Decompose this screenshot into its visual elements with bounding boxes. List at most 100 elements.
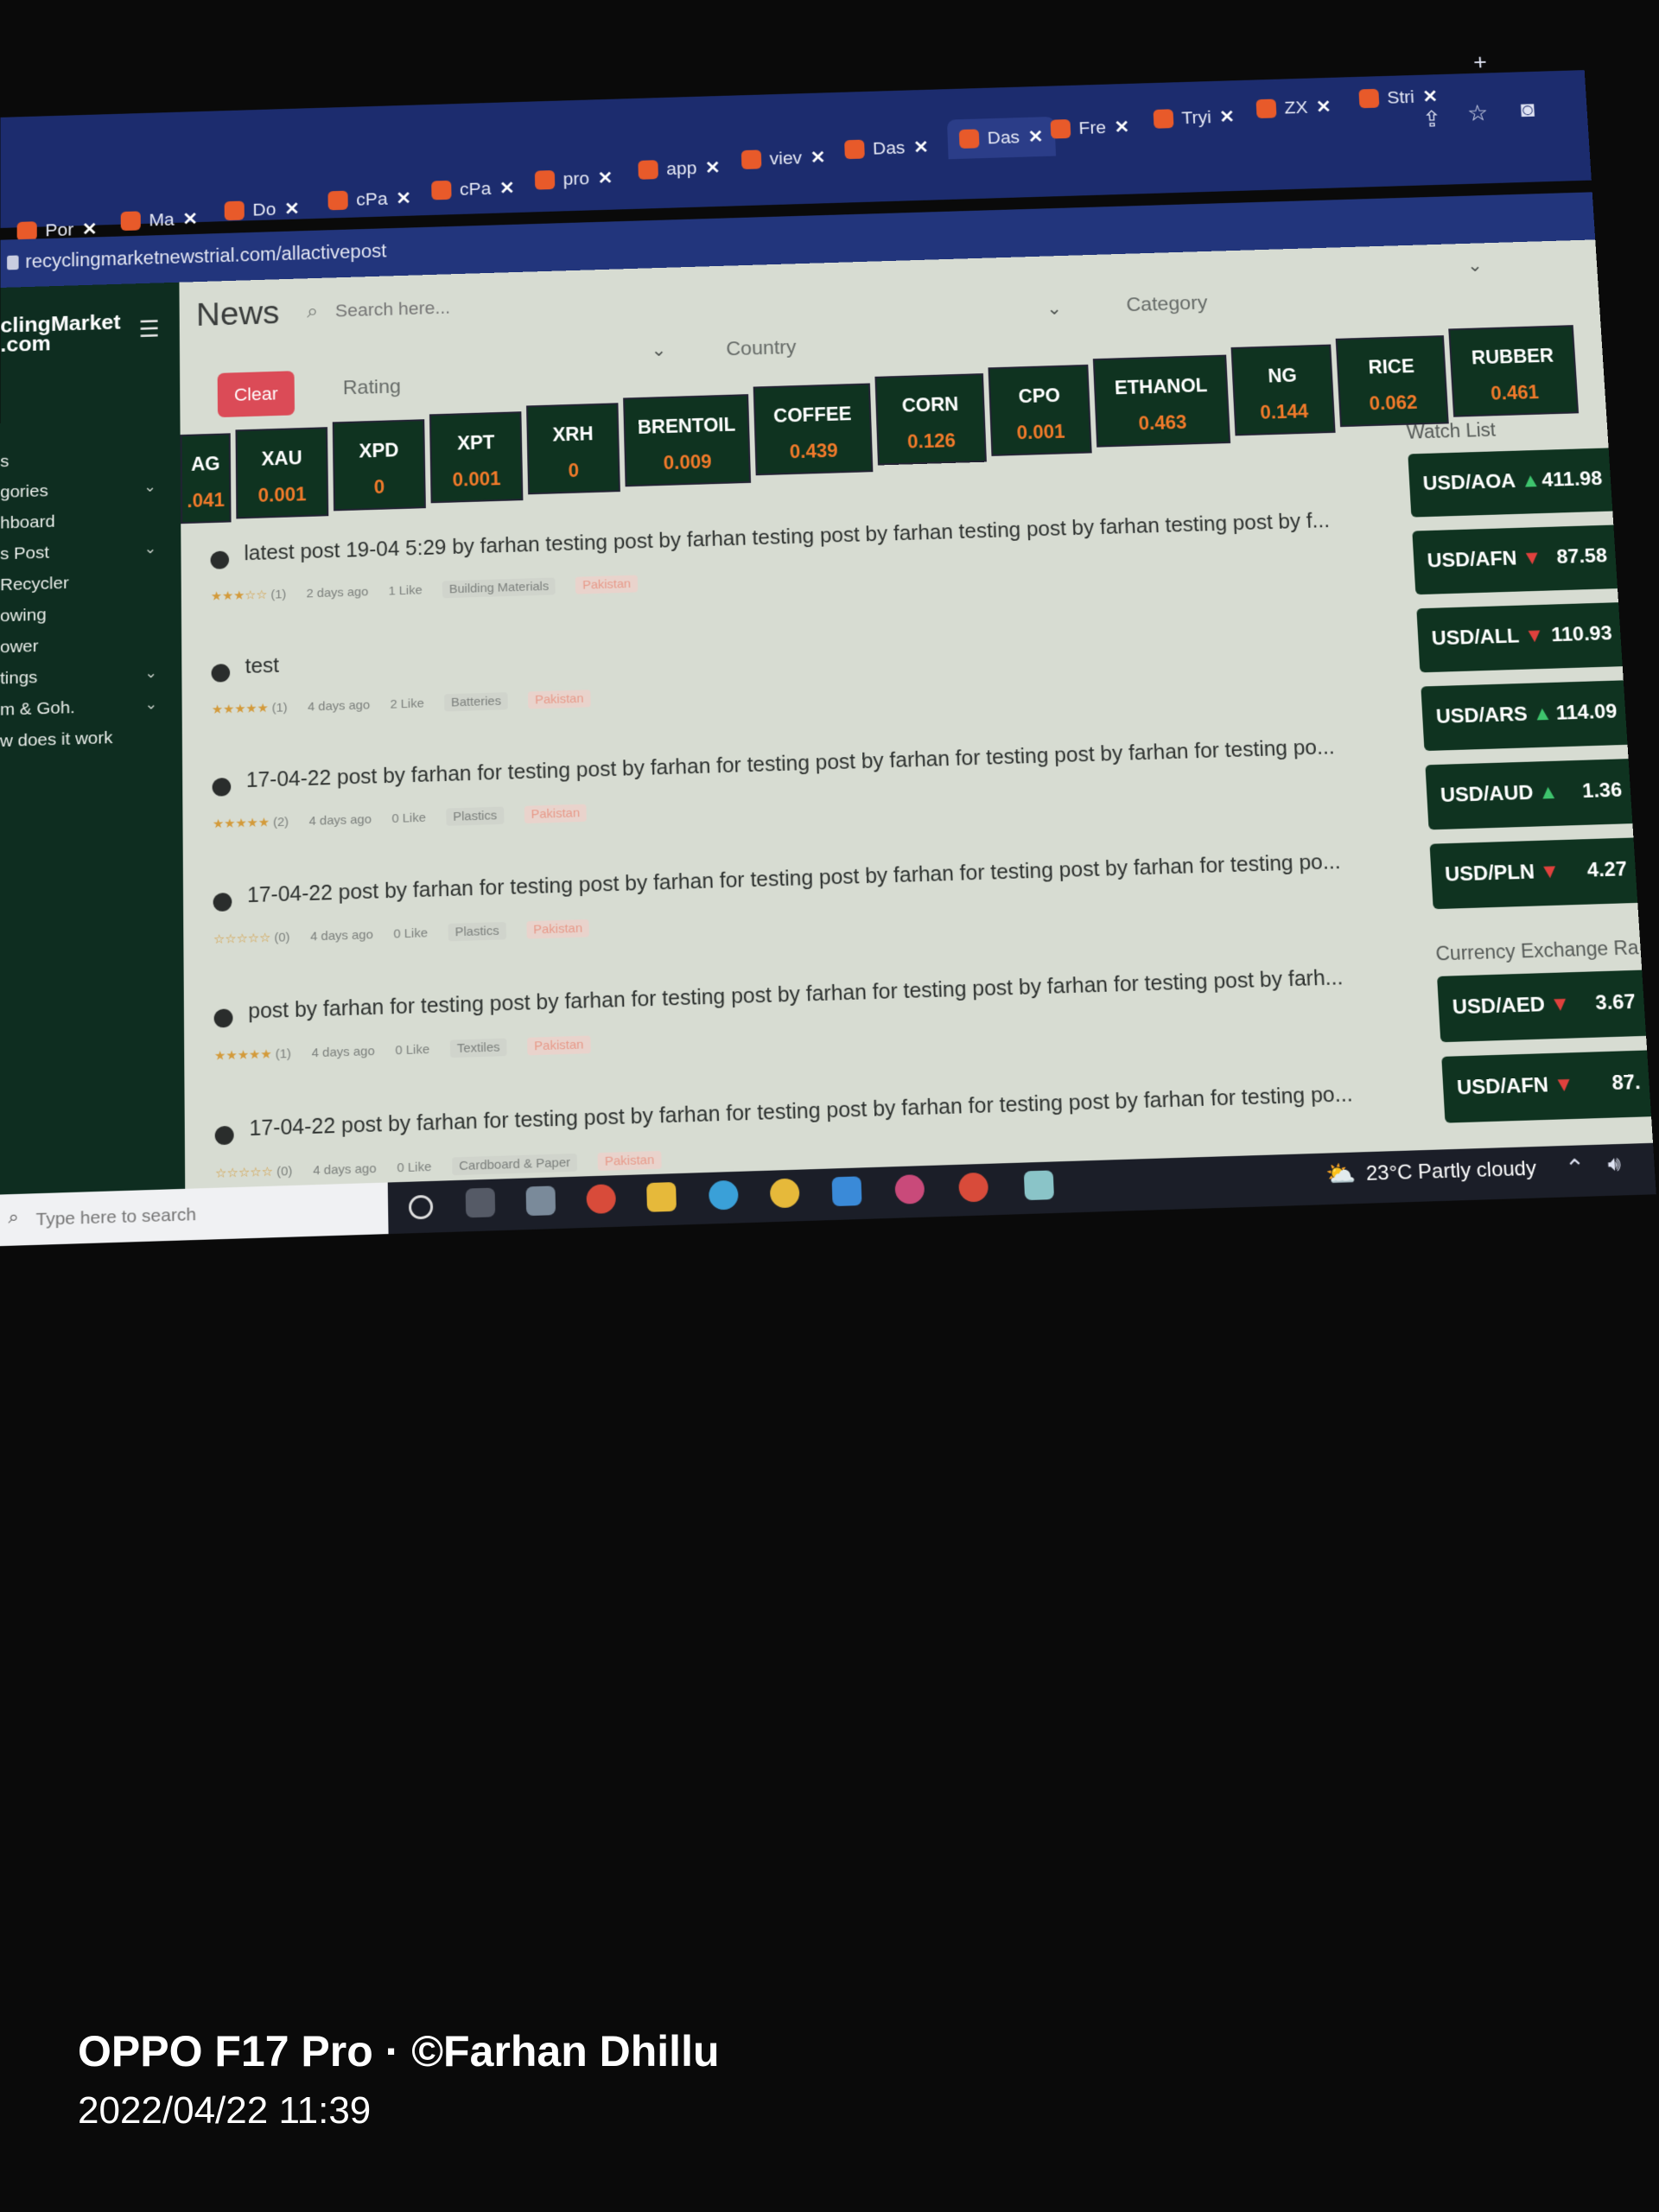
speaker-icon[interactable]: 🔊︎ [1607, 1153, 1622, 1177]
category-chevron-icon[interactable]: ⌄ [1466, 255, 1483, 276]
country-tag[interactable]: Pakistan [526, 919, 589, 939]
like-count[interactable]: 2 Like [390, 696, 423, 711]
tab-close-icon[interactable]: ✕ [284, 199, 300, 219]
ticker-symbol: RICE [1338, 354, 1445, 379]
rating-chevron-icon[interactable]: ⌄ [651, 340, 666, 361]
tab-close-icon[interactable]: ✕ [1027, 126, 1044, 147]
hamburger-menu-icon[interactable]: ☰ [138, 315, 159, 342]
chevron-down-icon[interactable]: ⌄ [144, 664, 157, 682]
like-count[interactable]: 0 Like [393, 926, 428, 942]
tab-close-icon[interactable]: ✕ [597, 168, 613, 188]
tab-label: app [666, 158, 697, 180]
app-icon-1[interactable] [526, 1185, 556, 1216]
currency-pair: USD/AUD ▲ [1440, 781, 1559, 808]
chevron-down-icon[interactable]: ⌄ [144, 696, 157, 713]
sidebar-item-label: gories [0, 481, 48, 501]
category-filter[interactable]: Category [1126, 292, 1208, 317]
country-chevron-icon[interactable]: ⌄ [1046, 298, 1063, 320]
currency-value: 114.09 [1555, 701, 1618, 726]
rating-filter[interactable]: Rating [343, 376, 401, 400]
category-tag[interactable]: Batteries [444, 692, 508, 711]
app-icon-2[interactable] [1024, 1170, 1054, 1200]
browser-tab[interactable]: Do ✕ [225, 189, 300, 231]
tab-close-icon[interactable]: ✕ [1219, 106, 1236, 127]
tab-favicon-icon [959, 129, 980, 149]
star-rating: ☆☆☆☆☆ [215, 1165, 273, 1181]
currency-rate-row[interactable]: USD/AFN ▼ 87.58 [1412, 524, 1634, 594]
browser-tab[interactable]: ZX ✕ [1255, 87, 1332, 129]
ticker-value: 0.001 [432, 467, 521, 492]
share-icon[interactable]: ⇪ [1421, 105, 1442, 132]
photo-watermark-date: 2022/04/22 11:39 [78, 2089, 371, 2133]
currency-rate-row[interactable]: USD/ALL ▼ 110.93 [1416, 602, 1639, 673]
monitor-screen: Por ✕ Ma ✕ Do ✕ cPa ✕ cPa ✕ pro ✕ app ✕ viev ✕ Das ✕ Das ✕ F… [0, 39, 1658, 1270]
file-explorer-icon[interactable] [646, 1182, 677, 1212]
currency-rate-row[interactable]: USD/AED ▼ 3.67 [1437, 969, 1657, 1042]
arrow-down-icon: ▼ [1522, 547, 1543, 569]
post-age: 4 days ago [313, 1161, 376, 1178]
camera-icon[interactable]: ◙ [1520, 97, 1535, 123]
clear-filters-button[interactable]: Clear [218, 371, 295, 417]
browser-tab[interactable]: cPa ✕ [431, 168, 515, 211]
currency-rate-row[interactable]: USD/ARS ▲ 114.09 [1421, 680, 1644, 751]
ticker-value: 0 [334, 475, 423, 499]
chevron-down-icon[interactable]: ⌄ [143, 540, 156, 557]
tab-close-icon[interactable]: ✕ [1114, 117, 1130, 137]
task-view-icon[interactable] [466, 1188, 496, 1218]
browser-tab[interactable]: viev ✕ [741, 137, 826, 180]
show-hidden-icons-icon[interactable]: ⌃ [1564, 1154, 1586, 1182]
category-tag[interactable]: Building Materials [442, 577, 556, 598]
browser-tab[interactable]: Das ✕ [947, 117, 1056, 159]
currency-rate-row[interactable]: USD/PLN ▼ 4.27 [1430, 837, 1655, 909]
tab-close-icon[interactable]: ✕ [1422, 86, 1439, 107]
currency-rate-row[interactable]: USD/AFN ▼ 87. [1441, 1050, 1657, 1123]
like-count[interactable]: 0 Like [397, 1160, 431, 1175]
tab-close-icon[interactable]: ✕ [1315, 97, 1332, 118]
new-tab-button[interactable]: + [1472, 49, 1487, 74]
category-tag[interactable]: Plastics [446, 807, 504, 826]
currency-rate-row[interactable]: USD/AUD ▲ 1.36 [1425, 759, 1649, 830]
country-tag[interactable]: Pakistan [575, 575, 638, 594]
tab-label: Ma [149, 209, 174, 231]
category-tag[interactable]: Textiles [450, 1039, 507, 1058]
browser-tab[interactable]: cPa ✕ [327, 179, 411, 221]
ticker-value: 0.461 [1453, 380, 1576, 405]
tab-close-icon[interactable]: ✕ [810, 147, 825, 168]
bookmark-star-icon[interactable]: ☆ [1466, 99, 1489, 126]
like-count[interactable]: 0 Like [395, 1042, 429, 1058]
like-count[interactable]: 1 Like [388, 583, 422, 598]
ticker-value: 0.463 [1097, 410, 1229, 436]
chevron-down-icon[interactable]: ⌄ [143, 479, 156, 496]
browser-tab[interactable]: app ✕ [638, 148, 721, 190]
tab-close-icon[interactable]: ✕ [182, 208, 198, 229]
tab-close-icon[interactable]: ✕ [499, 178, 515, 199]
review-count: (1) [272, 701, 288, 715]
tab-label: Tryi [1181, 107, 1211, 129]
tab-label: Do [252, 199, 276, 220]
category-tag[interactable]: Plastics [448, 922, 506, 941]
brand-logo[interactable]: clingMarket .com [0, 312, 121, 354]
country-filter[interactable]: Country [726, 336, 797, 360]
country-tag[interactable]: Pakistan [598, 1151, 662, 1171]
tab-label: Das [873, 137, 906, 159]
tab-close-icon[interactable]: ✕ [396, 188, 411, 209]
browser-tab[interactable]: Fre ✕ [1050, 107, 1130, 149]
tab-close-icon[interactable]: ✕ [705, 157, 721, 178]
like-count[interactable]: 0 Like [391, 810, 426, 826]
ticker-symbol: BRENTOIL [626, 414, 748, 439]
tab-close-icon[interactable]: ✕ [913, 137, 930, 157]
browser-tab[interactable]: Tryi ✕ [1153, 97, 1236, 138]
currency-rate-row[interactable]: USD/AOA ▲ 411.98 [1408, 448, 1629, 518]
browser-tab[interactable]: pro ✕ [535, 158, 613, 200]
browser-tab[interactable]: Das ✕ [844, 128, 930, 170]
ticker-symbol: XRH [528, 423, 617, 447]
mail-icon[interactable] [832, 1176, 862, 1206]
country-tag[interactable]: Pakistan [527, 1036, 590, 1056]
ticker-item: XPD 0 [333, 419, 426, 511]
country-tag[interactable]: Pakistan [528, 690, 590, 709]
sidebar-item-label: Recycler [0, 574, 69, 594]
currency-pair: USD/AOA ▲ [1422, 469, 1541, 495]
tab-label: cPa [356, 188, 388, 210]
ticker-symbol: XPD [334, 439, 423, 463]
country-tag[interactable]: Pakistan [524, 804, 587, 823]
